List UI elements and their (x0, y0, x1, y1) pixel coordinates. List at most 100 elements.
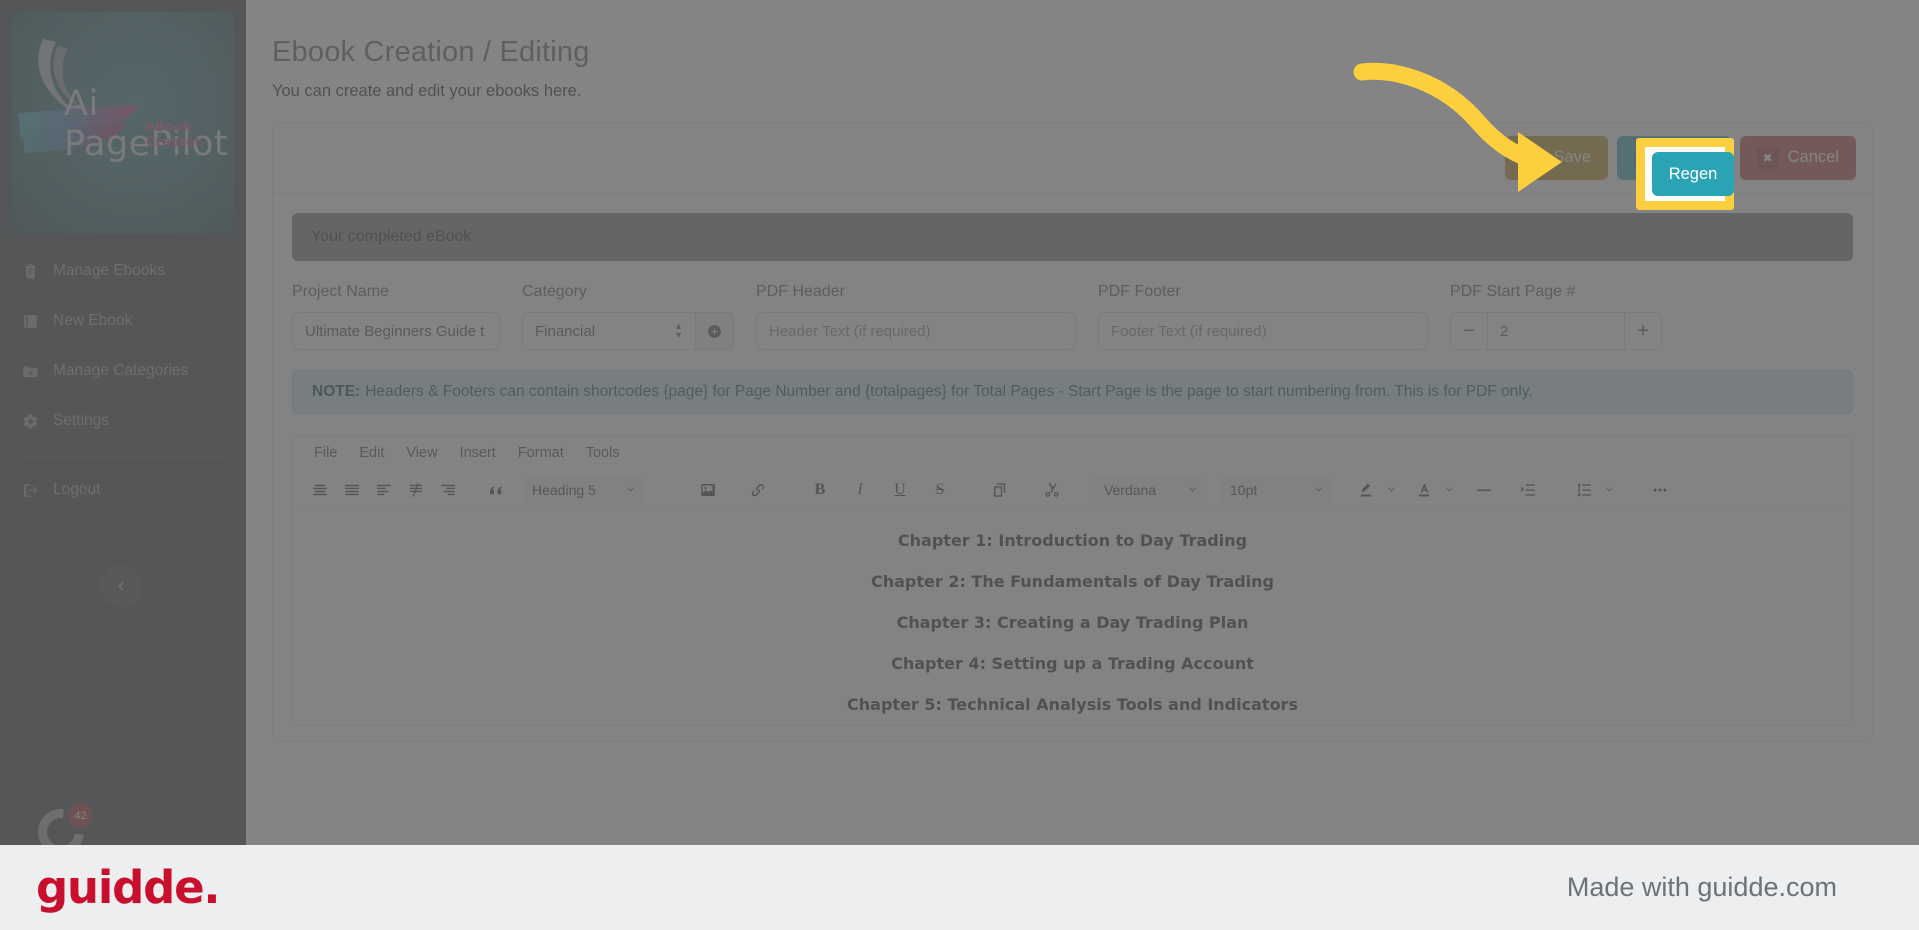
sidebar-item-new-ebook[interactable]: New Ebook (0, 296, 246, 346)
text-highlight-dropdown[interactable] (1383, 475, 1399, 505)
link-icon[interactable] (743, 475, 773, 505)
chapter-heading: Chapter 2: The Fundamentals of Day Tradi… (870, 572, 1274, 591)
project-name-label: Project Name (292, 283, 389, 300)
gear-icon (22, 413, 39, 430)
italic-icon[interactable]: I (845, 475, 875, 505)
main-content: Ebook Creation / Editing You can create … (246, 0, 1919, 845)
image-icon[interactable] (693, 475, 723, 505)
status-banner: Your completed eBook (292, 213, 1853, 261)
align-none-icon[interactable] (401, 475, 431, 505)
underline-icon[interactable]: U (885, 475, 915, 505)
pdf-start-page-stepper: − 2 + (1450, 312, 1662, 350)
folder-plus-icon (22, 363, 39, 380)
pdf-start-page-field-group: PDF Start Page # − 2 + (1450, 283, 1662, 350)
chapter-heading: Chapter 1: Introduction to Day Trading (897, 531, 1248, 550)
indent-icon[interactable] (1513, 475, 1543, 505)
chevron-updown-icon: ▲ ▼ (674, 321, 683, 340)
note-prefix: NOTE: (312, 383, 361, 400)
sidebar-nav: Manage Ebooks New Ebook Manage Categorie… (0, 246, 246, 515)
book-icon (22, 313, 39, 330)
add-category-button[interactable] (696, 312, 734, 350)
sidebar-item-logout[interactable]: Logout (0, 465, 246, 515)
note-text: Headers & Footers can contain shortcodes… (365, 383, 1533, 400)
category-label: Category (522, 283, 587, 300)
editor-menu-file[interactable]: File (305, 442, 346, 464)
editor-toolbar: Heading 5 B I U S Verdana 10pt (293, 469, 1852, 511)
chevron-down-icon (1387, 487, 1395, 492)
pdf-footer-label: PDF Footer (1098, 283, 1181, 300)
application-window: Ai PagePilot eBook Creator. Manage Ebook… (0, 0, 1919, 865)
align-justify-icon[interactable] (337, 475, 367, 505)
logo-tagline: eBook Creator. (146, 120, 205, 150)
chevron-down-icon (1189, 487, 1196, 492)
sidebar-item-label: New Ebook (53, 312, 133, 329)
pdf-footer-input[interactable]: Footer Text (if required) (1098, 312, 1428, 350)
align-justify-center-icon[interactable] (305, 475, 335, 505)
guidde-logo: guidde. (36, 861, 221, 914)
format-select[interactable]: Heading 5 (523, 474, 645, 505)
save-button-label: Save (1553, 148, 1591, 166)
sidebar-item-manage-ebooks[interactable]: Manage Ebooks (0, 246, 246, 296)
line-height-dropdown[interactable] (1601, 475, 1617, 505)
editor-menu-tools[interactable]: Tools (577, 442, 629, 464)
sidebar-item-label: Manage Categories (53, 362, 189, 379)
text-color-dropdown[interactable] (1441, 475, 1457, 505)
category-field-group: Category Financial ▲ ▼ (522, 283, 734, 350)
copy-icon[interactable] (985, 475, 1015, 505)
chevron-down-icon (1445, 487, 1453, 492)
align-right-icon[interactable] (433, 475, 463, 505)
clipboard-icon (22, 263, 39, 280)
sidebar-item-label: Logout (53, 481, 101, 498)
sidebar-item-manage-categories[interactable]: Manage Categories (0, 346, 246, 396)
chevron-down-icon (1315, 487, 1322, 492)
text-color-icon[interactable] (1409, 475, 1439, 505)
category-select-wrap: Financial ▲ ▼ (522, 312, 734, 350)
strikethrough-icon[interactable]: S (925, 475, 955, 505)
pdf-start-page-input[interactable]: 2 (1488, 312, 1624, 350)
made-with-guidde-text: Made with guidde.com (1566, 872, 1837, 902)
align-left-icon[interactable] (369, 475, 399, 505)
refresh-icon: ↻ (1634, 146, 1656, 169)
pdf-footer-field-group: PDF Footer Footer Text (if required) (1098, 283, 1428, 350)
chevron-down-icon (1605, 487, 1613, 492)
logout-icon (22, 482, 39, 499)
sidebar-collapse-button[interactable] (100, 565, 142, 607)
sidebar-item-settings[interactable]: Settings (0, 396, 246, 446)
more-options-icon[interactable] (1645, 475, 1675, 505)
sidebar: Ai PagePilot eBook Creator. Manage Ebook… (0, 0, 246, 865)
page-title: Ebook Creation / Editing (272, 36, 590, 68)
cancel-button[interactable]: ✖ Cancel (1739, 135, 1856, 180)
font-family-value: Verdana (1104, 481, 1157, 498)
save-button[interactable]: 💾 Save (1505, 135, 1608, 180)
save-icon: 💾 (1522, 146, 1545, 169)
app-logo: Ai PagePilot eBook Creator. (12, 12, 234, 234)
line-height-icon[interactable] (1569, 475, 1599, 505)
card-action-bar: 💾 Save ↻ Regen ✖ Cancel (273, 123, 1872, 193)
ebook-editor-card: 💾 Save ↻ Regen ✖ Cancel Your completed e… (272, 122, 1873, 742)
pdf-header-input[interactable]: Header Text (if required) (756, 312, 1076, 350)
editor-menu-format[interactable]: Format (509, 442, 573, 464)
blockquote-icon[interactable] (481, 475, 511, 505)
chapter-heading: Chapter 5: Technical Analysis Tools and … (847, 695, 1298, 714)
horizontal-rule-icon[interactable] (1469, 475, 1499, 505)
increment-button[interactable]: + (1624, 312, 1662, 350)
font-size-select[interactable]: 10pt (1221, 474, 1333, 505)
cancel-button-label: Cancel (1787, 148, 1839, 166)
cut-icon[interactable] (1037, 475, 1067, 505)
category-select[interactable]: Financial ▲ ▼ (522, 312, 696, 350)
note-banner: NOTE: Headers & Footers can contain shor… (292, 370, 1853, 414)
font-size-value: 10pt (1230, 481, 1258, 498)
editor-content-area[interactable]: Chapter 1: Introduction to Day Trading C… (293, 511, 1852, 725)
decrement-button[interactable]: − (1450, 312, 1488, 350)
chapter-heading: Chapter 3: Creating a Day Trading Plan (896, 613, 1249, 632)
regen-button[interactable]: ↻ Regen (1617, 135, 1731, 180)
bold-icon[interactable]: B (805, 475, 835, 505)
editor-menu-edit[interactable]: Edit (350, 442, 393, 464)
project-name-input[interactable]: Ultimate Beginners Guide t (292, 312, 500, 350)
editor-menu-view[interactable]: View (397, 442, 446, 464)
font-family-select[interactable]: Verdana (1095, 474, 1207, 505)
text-highlight-icon[interactable] (1351, 475, 1381, 505)
page-subtitle: You can create and edit your ebooks here… (272, 82, 582, 100)
editor-menu-insert[interactable]: Insert (451, 442, 505, 464)
rich-text-editor: File Edit View Insert Format Tools Headi… (292, 436, 1853, 726)
